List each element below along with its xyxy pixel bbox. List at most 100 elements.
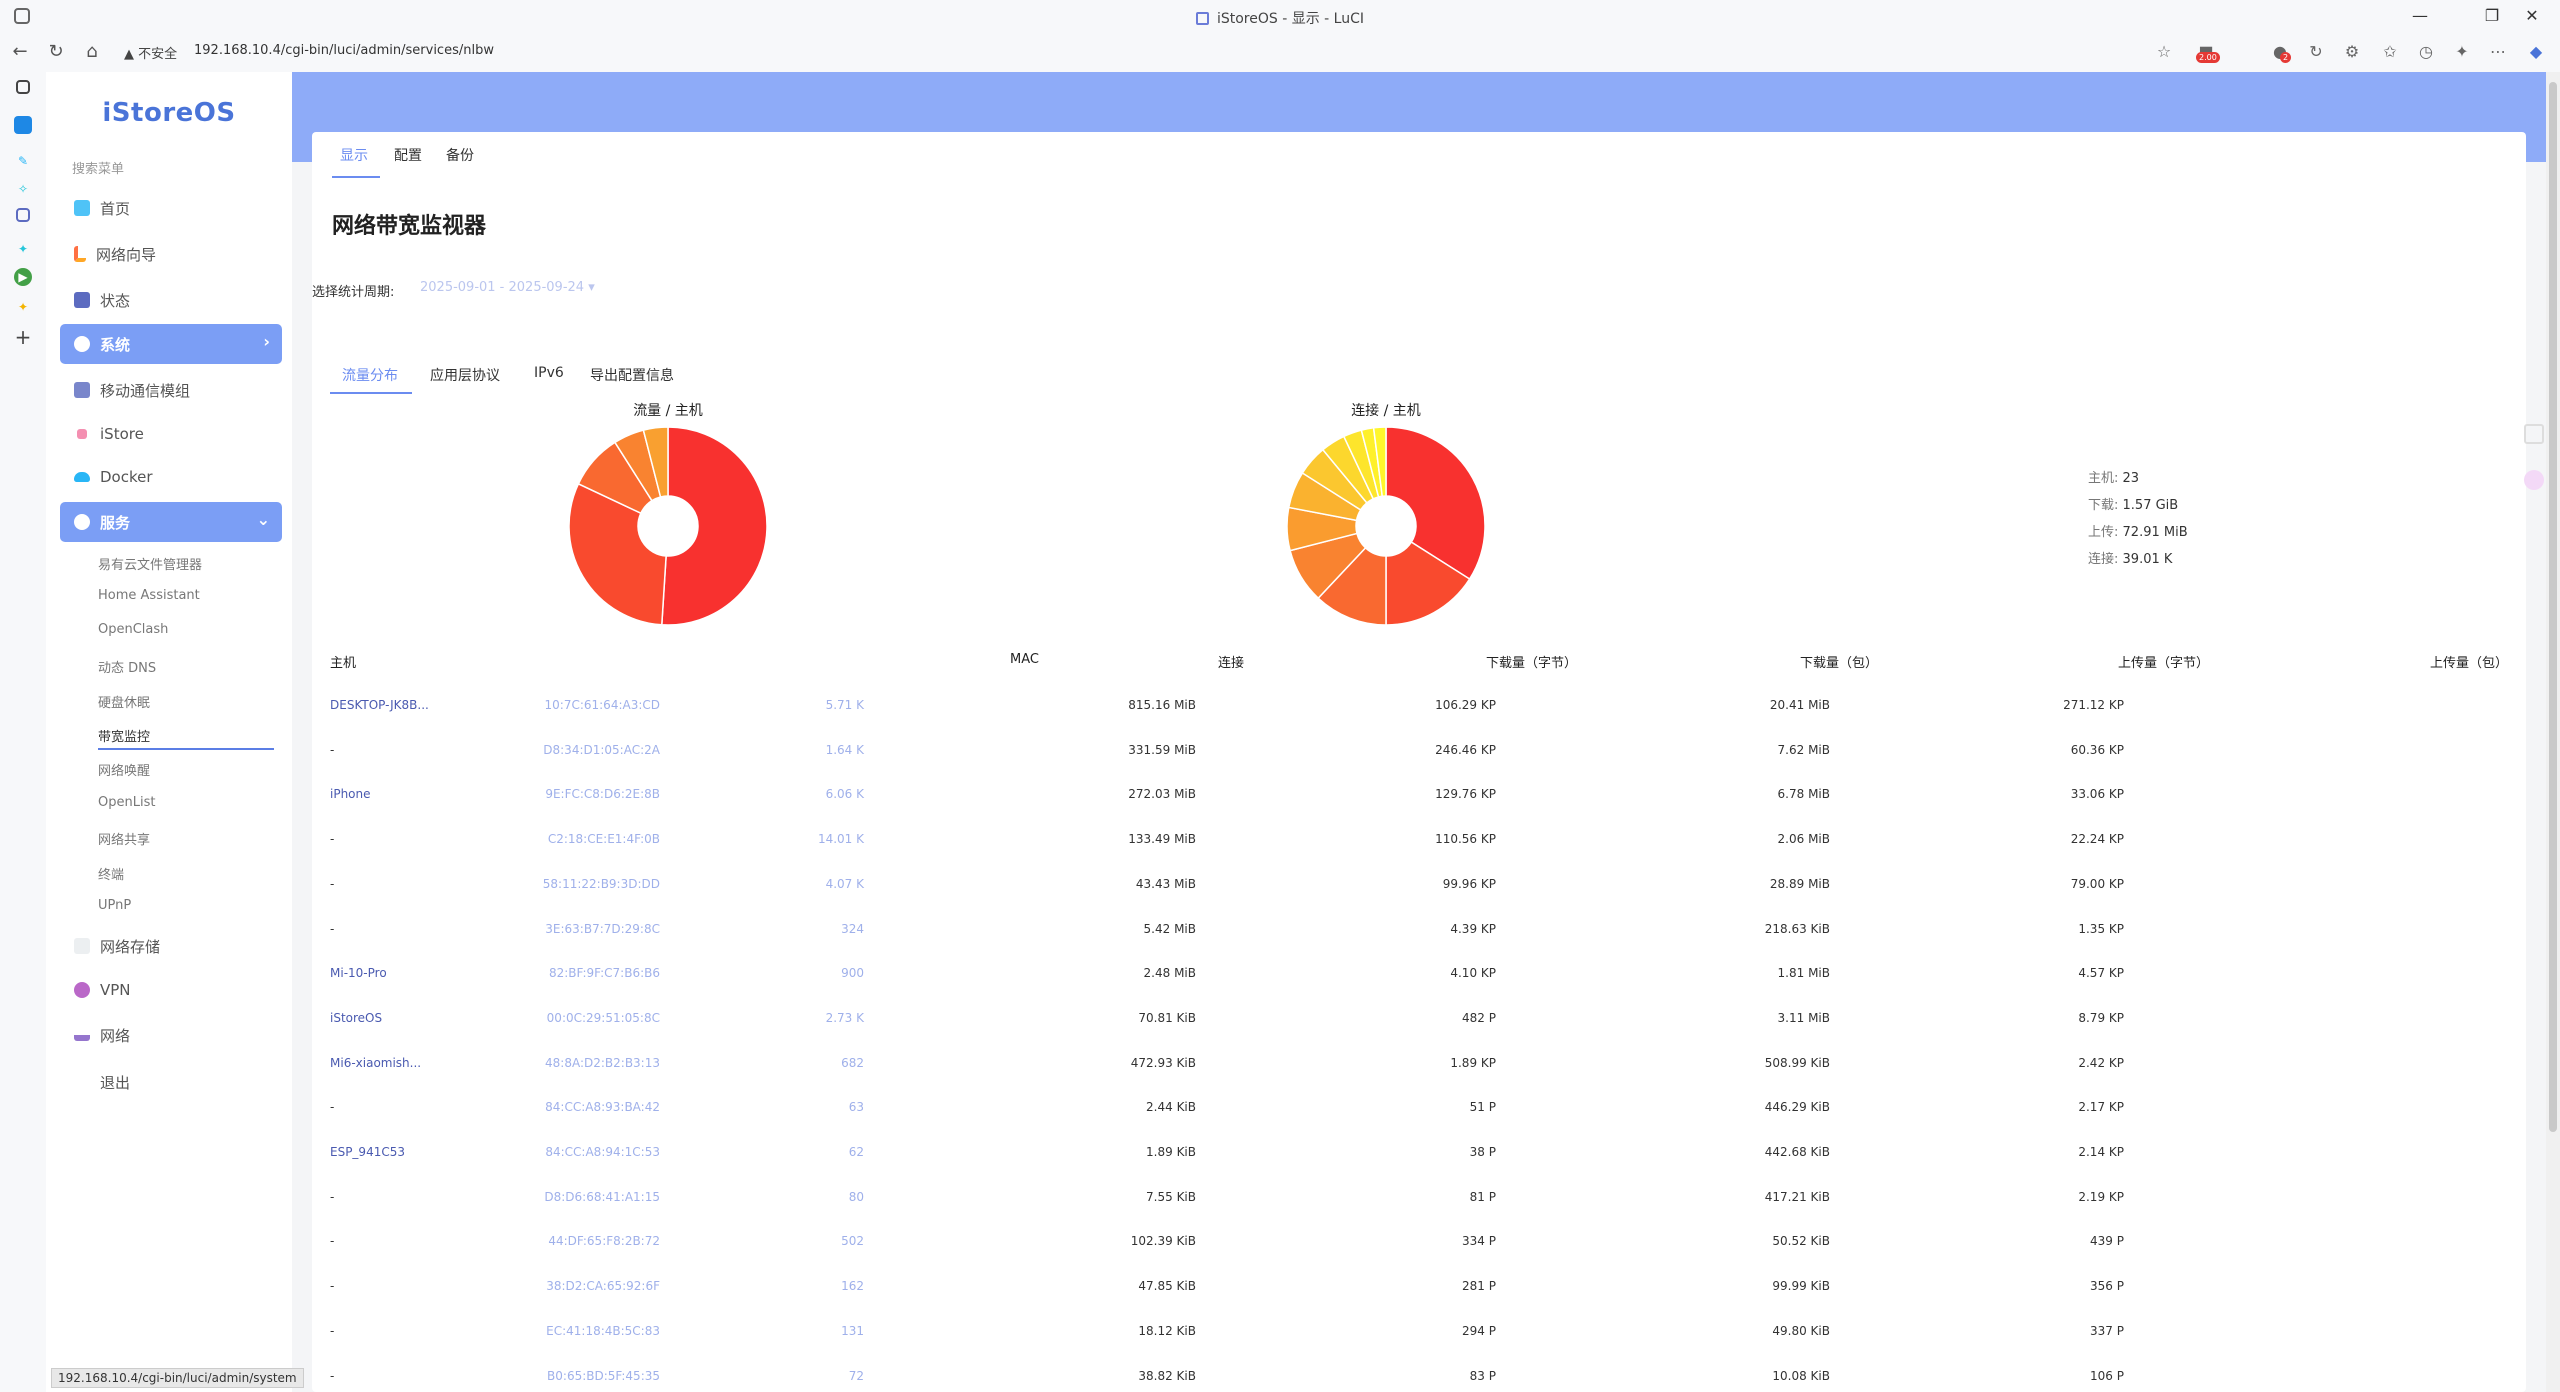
mac-cell: 84:CC:A8:93:BA:42 — [545, 1100, 660, 1115]
table-row: - 84:CC:A8:93:BA:42 63 2.44 KiB 51 P 446.29 K… — [0, 1100, 2180, 1144]
pin-icon[interactable]: ✎ — [14, 152, 32, 170]
upload-bytes-cell: 446.29 KiB — [1764, 1100, 1830, 1115]
col-header-mac[interactable]: MAC — [1010, 652, 1039, 667]
pie-slice[interactable] — [660, 426, 768, 626]
spark-icon[interactable]: ✧ — [14, 180, 32, 198]
menu-search-input[interactable]: 搜索菜单 — [72, 158, 124, 177]
upload-bytes-cell: 417.21 KiB — [1764, 1189, 1830, 1204]
reload-icon[interactable]: ↻ — [42, 38, 70, 66]
pie-slice[interactable] — [568, 482, 667, 626]
bookmark-star-icon[interactable]: ☆ — [2152, 40, 2176, 64]
restore-button[interactable]: ❐ — [2472, 4, 2512, 28]
security-warning[interactable]: ▲ 不安全 — [124, 43, 177, 62]
star-app-icon[interactable]: ✦ — [14, 298, 32, 316]
col-header-upload-packets[interactable]: 上传量（包） — [2430, 652, 2508, 671]
upload-bytes-cell: 28.89 MiB — [1769, 876, 1830, 891]
period-select[interactable]: 2025-09-01 - 2025-09-24 ▾ — [420, 280, 595, 295]
sidebar-item-system[interactable]: 系统 › — [60, 324, 282, 364]
tab-backup[interactable]: 备份 — [446, 145, 474, 165]
col-header-upload-bytes[interactable]: 上传量（字节） — [2118, 652, 2209, 671]
download-bytes-cell: 43.43 MiB — [1135, 876, 1196, 891]
app-shortcut-icon[interactable] — [14, 116, 32, 134]
download-bytes-cell: 70.81 KiB — [1138, 1010, 1196, 1025]
add-icon[interactable]: + — [14, 327, 32, 347]
upload-packets-cell: 33.06 KP — [2070, 787, 2124, 802]
sidebar-item-status[interactable]: 状态 — [60, 280, 282, 320]
close-window-button[interactable]: ✕ — [2512, 4, 2552, 28]
sidebar-item-services[interactable]: 服务 ⌄ — [60, 502, 282, 542]
drop-icon[interactable]: ✦ — [14, 240, 32, 258]
upload-packets-cell: 4.57 KP — [2078, 966, 2124, 981]
play-icon[interactable]: ▶ — [14, 268, 32, 286]
minimize-button[interactable]: — — [2400, 4, 2440, 28]
sidebar-item-istore[interactable]: iStore — [60, 414, 282, 454]
connections-cell: 62 — [848, 1145, 864, 1159]
tab-config[interactable]: 配置 — [394, 145, 422, 165]
subtab-traffic-distribution[interactable]: 流量分布 — [342, 365, 398, 385]
subtab-ipv6[interactable]: IPv6 — [534, 365, 564, 381]
mac-cell: 58:11:22:B9:3D:DD — [542, 876, 660, 891]
upload-packets-cell: 356 P — [2090, 1279, 2124, 1294]
submenu-home-assistant[interactable]: Home Assistant — [98, 588, 200, 603]
sidebar-item-home[interactable]: 首页 — [60, 188, 282, 228]
more-menu-icon[interactable]: ⋯ — [2486, 40, 2510, 64]
assistant-icon[interactable] — [2524, 470, 2544, 490]
page-scrollbar[interactable] — [2546, 72, 2560, 1392]
chevron-right-icon: › — [263, 332, 270, 351]
host-cell: - — [330, 1368, 335, 1383]
hosts-value: 23 — [2122, 471, 2140, 486]
home-nav-icon[interactable]: ⌂ — [78, 38, 106, 66]
mac-cell: 82:BF:9F:C7:B6:B6 — [548, 966, 660, 981]
sidebar-item-docker[interactable]: Docker — [60, 457, 282, 497]
subtab-export[interactable]: 导出配置信息 — [590, 365, 674, 385]
mac-cell: 10:7C:61:64:A3:CD — [544, 698, 661, 712]
table-row: Mi6-xiaomish... 48:8A:D2:B2:B3:13 682 472.9… — [0, 1056, 2180, 1100]
col-header-download-bytes[interactable]: 下载量（字节） — [1486, 652, 1577, 671]
back-icon[interactable]: ← — [6, 38, 34, 66]
subtab-active-underline — [330, 392, 412, 394]
connections-cell: 324 — [841, 921, 864, 936]
submenu-ddns[interactable]: 动态 DNS — [98, 657, 156, 676]
download-bytes-cell: 1.89 KiB — [1146, 1145, 1196, 1159]
connections-cell: 72 — [848, 1368, 864, 1383]
table-row: - 58:11:22:B9:3D:DD 4.07 K 43.43 MiB 99.96 K… — [0, 877, 2180, 921]
profile-badge: 2 — [2280, 52, 2292, 63]
upload-packets-cell: 60.36 KP — [2070, 742, 2124, 757]
mac-cell: D8:D6:68:41:A1:15 — [544, 1189, 660, 1204]
download-packets-cell: 129.76 KP — [1435, 787, 1496, 802]
url-input[interactable]: 192.168.10.4/cgi-bin/luci/admin/services… — [194, 43, 494, 58]
connections-cell: 162 — [841, 1279, 864, 1294]
submenu-openclash[interactable]: OpenClash — [98, 622, 168, 637]
upload-bytes-cell: 1.81 MiB — [1777, 966, 1830, 981]
submenu-file-manager[interactable]: 易有云文件管理器 — [98, 554, 202, 573]
download-packets-cell: 1.89 KP — [1450, 1055, 1496, 1070]
table-row: iPhone 9E:FC:C8:D6:2E:8B 6.06 K 272.03 MiB 1… — [0, 787, 2180, 831]
col-header-connections[interactable]: 连接 — [1218, 652, 1244, 671]
upload-packets-cell: 2.42 KP — [2078, 1055, 2124, 1070]
window-titlebar: iStoreOS - 显示 - LuCI — ❐ ✕ — [0, 0, 2560, 32]
upload-bytes-cell: 6.78 MiB — [1777, 787, 1830, 802]
tab-display[interactable]: 显示 — [340, 145, 368, 165]
scrollbar-thumb[interactable] — [2549, 82, 2557, 1132]
sidebar-item-wizard[interactable]: 网络向导 — [60, 234, 282, 274]
upload-packets-cell: 79.00 KP — [2070, 876, 2124, 891]
history-icon[interactable]: ◷ — [2414, 40, 2438, 64]
table-row: - B0:65:BD:5F:45:35 72 38.82 KiB 83 P 10.08 K… — [0, 1369, 2180, 1392]
table-row: - 44:DF:65:F8:2B:72 502 102.39 KiB 334 P 50.5… — [0, 1234, 2180, 1278]
qr-icon[interactable] — [2524, 424, 2544, 444]
col-header-host[interactable]: 主机 — [330, 652, 356, 671]
sidebar-item-modem[interactable]: 移动通信模组 — [60, 370, 282, 410]
col-header-download-packets[interactable]: 下载量（包） — [1800, 652, 1878, 671]
host-cell: - — [330, 1234, 335, 1249]
download-bytes-cell: 5.42 MiB — [1143, 921, 1196, 936]
refresh-extension-icon[interactable]: ↻ — [2304, 40, 2328, 64]
favorites-icon[interactable]: ✩ — [2378, 40, 2402, 64]
download-packets-cell: 99.96 KP — [1442, 876, 1496, 891]
copilot-icon[interactable]: ◆ — [2524, 40, 2548, 64]
download-label: 下载: — [2088, 498, 2119, 513]
window-icon[interactable] — [16, 208, 30, 222]
tabs-icon[interactable] — [16, 80, 30, 94]
collections-icon[interactable]: ✦ — [2450, 40, 2474, 64]
subtab-app-protocols[interactable]: 应用层协议 — [430, 365, 500, 385]
settings-extension-icon[interactable]: ⚙ — [2340, 40, 2364, 64]
